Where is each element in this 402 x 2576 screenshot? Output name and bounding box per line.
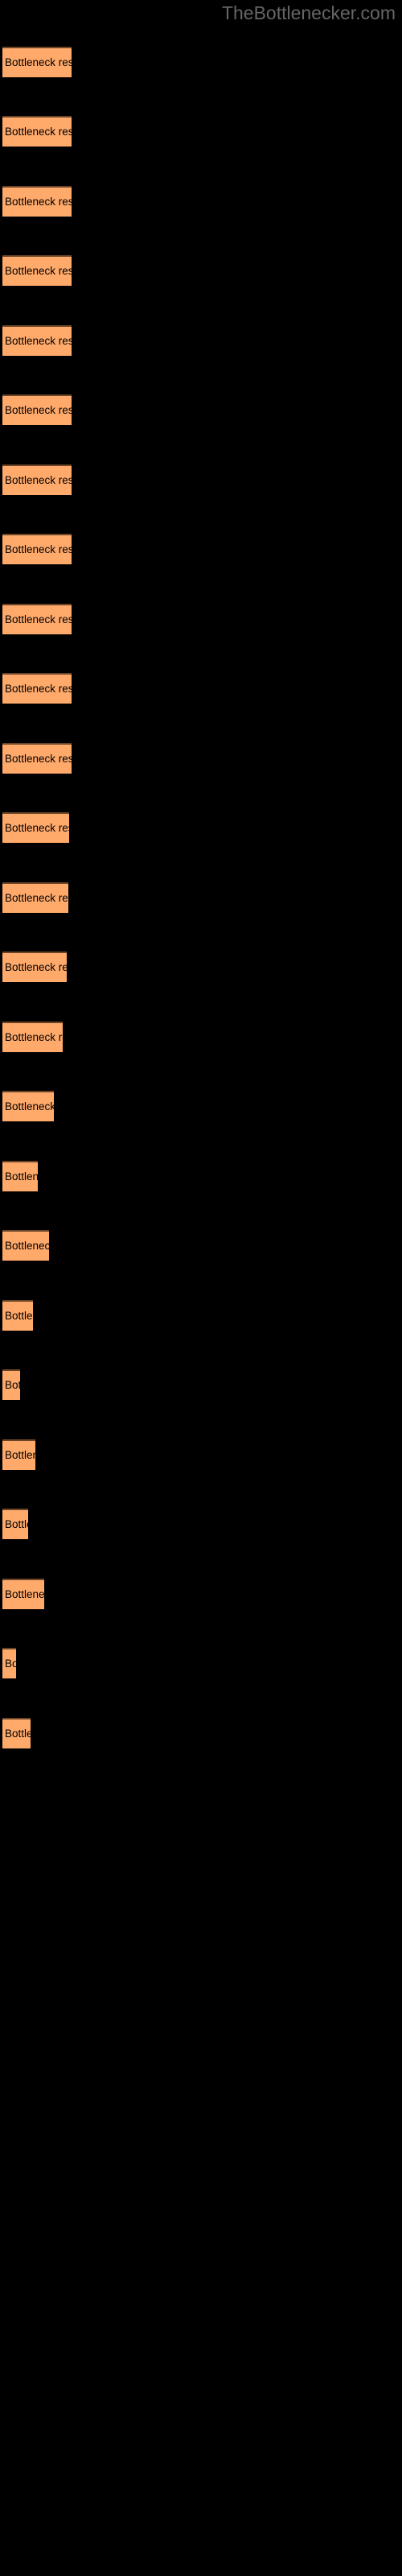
bar: Bottleneck result	[2, 464, 72, 495]
bar-label: Bottleneck result	[5, 265, 72, 277]
bar: Bottleneck result	[2, 673, 72, 704]
bar-label: Bottleneck result	[5, 56, 72, 68]
bar: Bottleneck result	[2, 394, 72, 425]
bar-label: Bottleneck result	[5, 1031, 63, 1043]
bar: Bottleneck result	[2, 116, 72, 147]
bar: Bottleneck result	[2, 882, 68, 913]
bar-label: Bottleneck result	[5, 196, 72, 208]
bar-label: Bottleneck result	[5, 474, 72, 486]
bar-label: Bottleneck result	[5, 683, 72, 695]
bar-label: Bottleneck result	[5, 1449, 35, 1461]
bar: Bottleneck result	[2, 534, 72, 564]
bar-label: Bottleneck result	[5, 892, 68, 904]
bar-label: Bottleneck result	[5, 1728, 31, 1740]
bar: Bottleneck result	[2, 1579, 44, 1609]
bar-label: Bottleneck result	[5, 1170, 38, 1183]
bar: Bottleneck result	[2, 1300, 33, 1331]
bar: Bottleneck result	[2, 952, 67, 982]
bar: Bottleneck result	[2, 1509, 28, 1539]
bar-label: Bottleneck result	[5, 1310, 33, 1322]
bar: Bottleneck result	[2, 1369, 20, 1400]
bar: Bottleneck result	[2, 1230, 49, 1261]
bar: Bottleneck result	[2, 1022, 63, 1052]
bar: Bottleneck result	[2, 1718, 31, 1748]
bar-label: Bottleneck result	[5, 613, 72, 625]
bar: Bottleneck result	[2, 255, 72, 286]
bar-label: Bottleneck result	[5, 335, 72, 347]
bar-label: Bottleneck result	[5, 822, 69, 834]
bar-label: Bottleneck result	[5, 1588, 44, 1600]
bar: Bottleneck result	[2, 812, 69, 843]
bar-label: Bottleneck result	[5, 1657, 16, 1670]
bar: Bottleneck result	[2, 1648, 16, 1678]
bar: Bottleneck result	[2, 743, 72, 774]
bar: Bottleneck result	[2, 47, 72, 77]
bar: Bottleneck result	[2, 1161, 38, 1191]
bar-label: Bottleneck result	[5, 543, 72, 555]
bar-label: Bottleneck result	[5, 1379, 20, 1391]
bar: Bottleneck result	[2, 1439, 35, 1470]
bar-label: Bottleneck result	[5, 1100, 54, 1113]
bar-label: Bottleneck result	[5, 404, 72, 416]
bar-label: Bottleneck result	[5, 961, 67, 973]
bar-label: Bottleneck result	[5, 753, 72, 765]
bar: Bottleneck result	[2, 1091, 54, 1121]
bar-label: Bottleneck result	[5, 1518, 28, 1530]
bar: Bottleneck result	[2, 186, 72, 217]
bar-label: Bottleneck result	[5, 1240, 49, 1252]
bar: Bottleneck result	[2, 604, 72, 634]
bar-label: Bottleneck result	[5, 126, 72, 138]
bottleneck-bar-chart: Bottleneck result Bottleneck result Bottle…	[0, 0, 402, 2576]
bar: Bottleneck result	[2, 325, 72, 356]
